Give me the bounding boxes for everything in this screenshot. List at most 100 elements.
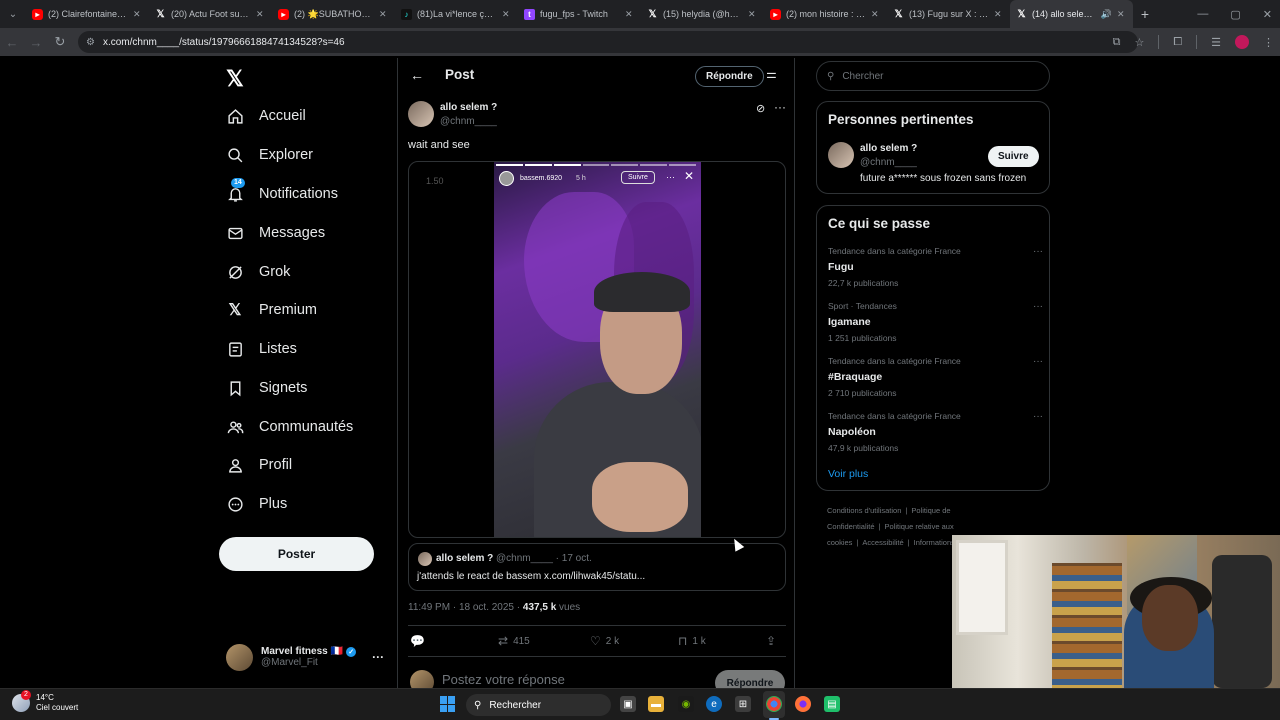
reply-input[interactable]: Postez votre réponse: [442, 672, 565, 687]
close-icon[interactable]: ✕: [502, 9, 512, 20]
post-timestamp[interactable]: 11:49 PM · 18 oct. 2025 ·: [408, 602, 520, 613]
close-icon[interactable]: ✕: [994, 9, 1004, 20]
maximize-icon[interactable]: ▢: [1230, 8, 1240, 21]
more-icon[interactable]: ···: [1033, 301, 1043, 312]
more-icon[interactable]: ···: [1033, 411, 1043, 422]
quoted-post[interactable]: allo selem ? @chnm____ · 17 oct. j'atten…: [408, 543, 786, 591]
footer-link[interactable]: Conditions d'utilisation: [827, 506, 901, 515]
more-icon[interactable]: ···: [372, 650, 384, 664]
post-button[interactable]: Poster: [219, 537, 374, 571]
follow-button[interactable]: Suivre: [988, 146, 1039, 167]
tab-search-button[interactable]: ⌄: [0, 0, 26, 28]
avatar[interactable]: [408, 101, 434, 127]
footer-link[interactable]: Accessibilité: [862, 538, 903, 547]
close-window-icon[interactable]: ✕: [1263, 8, 1272, 21]
task-view-icon[interactable]: ▣: [620, 696, 636, 712]
more-icon[interactable]: ···: [1033, 356, 1043, 367]
browser-tab[interactable]: 𝕏 (13) Fugu sur X : "Au ✕: [887, 0, 1010, 28]
menu-icon[interactable]: ⋮: [1263, 36, 1274, 49]
install-icon[interactable]: ⧉: [1113, 36, 1121, 49]
trend-item[interactable]: Sport · Tendances Igamane 1 251 publicat…: [828, 301, 1043, 351]
windows-start-icon[interactable]: [440, 696, 456, 712]
repost-button[interactable]: ⇄ 415: [498, 634, 530, 648]
webcam-content: [1052, 563, 1122, 688]
search-input[interactable]: ⚲ Chercher: [816, 61, 1050, 91]
nav-item-home[interactable]: Accueil: [226, 101, 306, 131]
grok-icon[interactable]: ⊘: [756, 102, 765, 115]
edge-icon[interactable]: e: [706, 696, 722, 712]
reading-list-icon[interactable]: ☰: [1211, 36, 1221, 49]
extensions-icon[interactable]: ⧠: [1173, 36, 1182, 49]
nav-item-premium[interactable]: 𝕏 Premium: [226, 295, 317, 325]
nav-item-explore[interactable]: Explorer: [226, 140, 313, 170]
browser-tab[interactable]: ▸ (2) 🌟SUBATHON V3 ✕: [272, 0, 395, 28]
nav-item-grok[interactable]: Grok: [226, 257, 290, 287]
close-icon[interactable]: ✕: [379, 9, 389, 20]
share-button[interactable]: ⇪: [766, 634, 776, 648]
file-explorer-icon[interactable]: ▬: [648, 696, 664, 712]
nvidia-icon[interactable]: ◉: [678, 696, 694, 712]
close-icon[interactable]: ✕: [256, 9, 266, 20]
store-icon[interactable]: ⊞: [735, 696, 751, 712]
profile-avatar[interactable]: [1235, 35, 1249, 49]
see-more-link[interactable]: Voir plus: [828, 468, 868, 480]
trend-item[interactable]: Tendance dans la catégorie France #Braqu…: [828, 356, 1043, 406]
new-tab-button[interactable]: +: [1133, 6, 1157, 22]
minimize-icon[interactable]: —: [1197, 8, 1208, 20]
author-handle[interactable]: @chnm____: [440, 116, 497, 127]
avatar[interactable]: [828, 142, 854, 168]
nav-item-notifications[interactable]: 14 Notifications: [226, 178, 338, 209]
browser-tab[interactable]: 𝕏 (15) helydia (@helydi ✕: [641, 0, 764, 28]
nav-item-messages[interactable]: Messages: [226, 218, 325, 248]
user-name[interactable]: allo selem ?: [860, 143, 917, 154]
reply-submit-button[interactable]: Répondre: [715, 670, 785, 688]
back-button[interactable]: ←: [0, 35, 24, 50]
back-arrow-icon[interactable]: ←: [410, 67, 424, 83]
bookmark-button[interactable]: ⊓ 1 k: [678, 634, 706, 648]
browser-tab[interactable]: ▸ (2) mon histoire : jalo ✕: [764, 0, 887, 28]
reply-header-button[interactable]: Répondre: [695, 66, 764, 87]
trend-item[interactable]: Tendance dans la catégorie France Napolé…: [828, 411, 1043, 461]
close-icon[interactable]: ✕: [871, 9, 881, 20]
account-switcher[interactable]: Marvel fitness 🇫🇷 ✓ @Marvel_Fit ···: [226, 641, 391, 673]
nav-item-profile[interactable]: Profil: [226, 450, 292, 480]
x-icon: 𝕏: [648, 8, 657, 20]
trend-item[interactable]: Tendance dans la catégorie France Fugu 2…: [828, 246, 1043, 296]
like-button[interactable]: ♡ 2 k: [590, 634, 619, 648]
browser-tab-active[interactable]: 𝕏 (14) allo selem ? 🔊 ✕: [1010, 0, 1133, 28]
reload-button[interactable]: ↻: [48, 34, 72, 50]
forward-button[interactable]: →: [24, 35, 48, 50]
video-player[interactable]: 1.50 bassem.6920 5 h Suivre ··· ✕: [408, 161, 786, 538]
browser-tab[interactable]: ♪ (81)La vi*lence ça le ✕: [395, 0, 518, 28]
speaker-icon[interactable]: 🔊: [1101, 9, 1112, 20]
browser-tab[interactable]: ▸ (2) Clairefontaine : l'e ✕: [26, 0, 149, 28]
close-icon[interactable]: ✕: [625, 9, 635, 20]
weather-widget[interactable]: 2 14°C Ciel couvert: [12, 690, 79, 713]
user-handle[interactable]: @chnm____: [860, 157, 917, 168]
nav-item-bookmarks[interactable]: Signets: [226, 373, 307, 403]
filter-icon[interactable]: ⚌: [766, 67, 777, 81]
close-icon[interactable]: ✕: [748, 9, 758, 20]
weather-condition: Ciel couvert: [36, 703, 79, 712]
firefox-icon[interactable]: [795, 696, 811, 712]
more-icon[interactable]: ···: [774, 100, 786, 114]
more-icon[interactable]: ···: [1033, 246, 1043, 257]
app-icon[interactable]: ▤: [824, 696, 840, 712]
browser-tab[interactable]: t fugu_fps - Twitch ✕: [518, 0, 641, 28]
address-bar[interactable]: ⚙ x.com/chnm____/status/1979666188474134…: [78, 31, 1138, 53]
video-frame[interactable]: bassem.6920 5 h Suivre ··· ✕: [494, 162, 701, 537]
close-icon[interactable]: ✕: [133, 9, 143, 20]
reply-button[interactable]: 💬: [410, 634, 425, 648]
post-text: wait and see: [408, 139, 470, 151]
taskbar-search[interactable]: ⚲ Rechercher: [466, 694, 611, 716]
chrome-icon[interactable]: [766, 696, 782, 712]
author-name[interactable]: allo selem ?: [440, 102, 497, 113]
close-icon[interactable]: ✕: [1117, 9, 1127, 20]
x-logo-icon[interactable]: 𝕏: [226, 66, 244, 92]
browser-tab[interactable]: 𝕏 (20) Actu Foot sur X : ✕: [149, 0, 272, 28]
nav-item-lists[interactable]: Listes: [226, 334, 297, 364]
nav-item-more[interactable]: Plus: [226, 489, 287, 519]
site-info-icon[interactable]: ⚙: [86, 37, 95, 48]
nav-item-communities[interactable]: Communautés: [226, 412, 353, 442]
star-icon[interactable]: ☆: [1134, 36, 1144, 49]
